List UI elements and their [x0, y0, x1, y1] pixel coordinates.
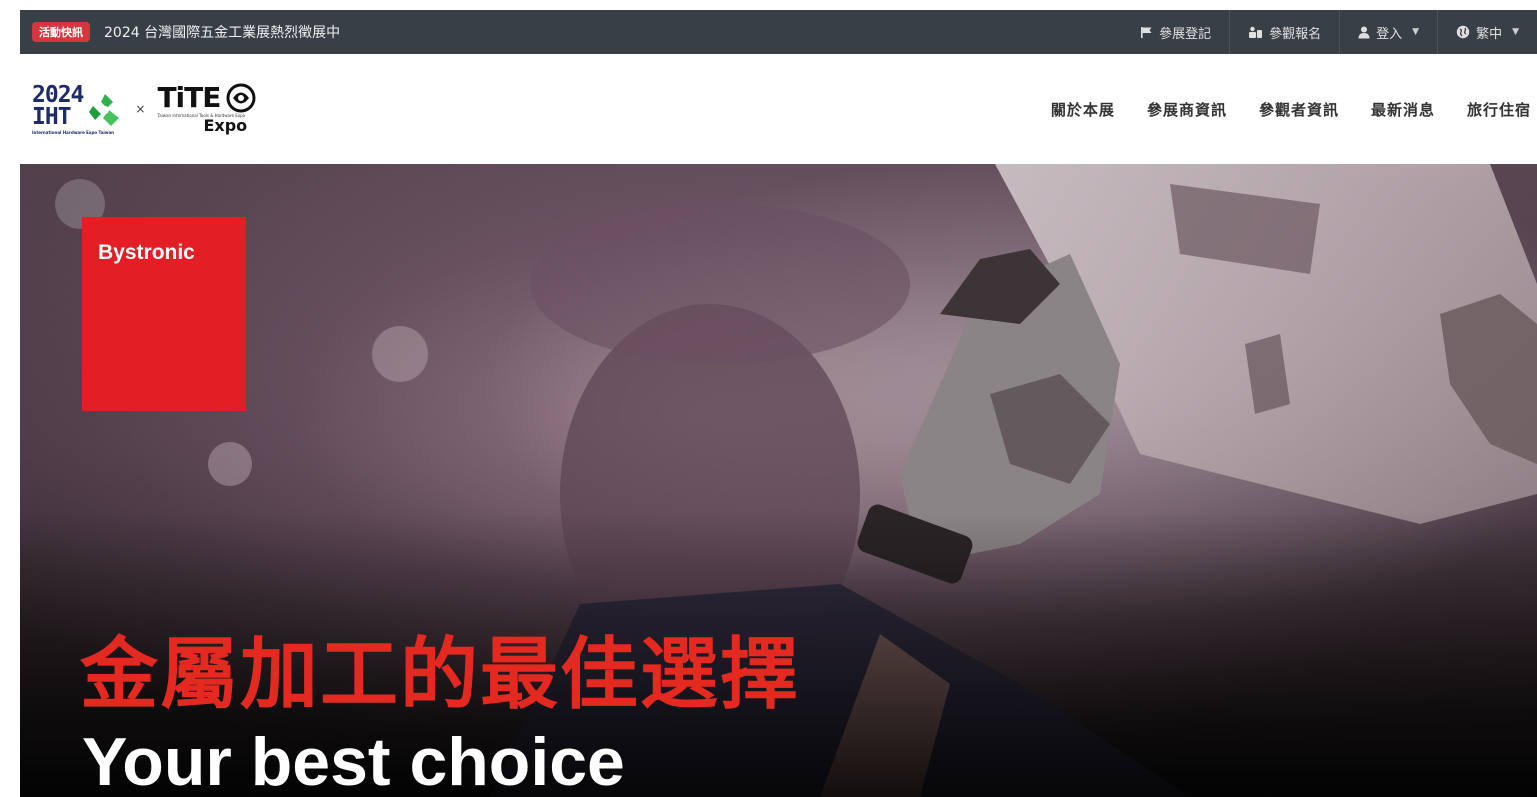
visitor-icon [1249, 26, 1263, 38]
top-links: 參展登記 參觀報名 登入 ▼ 繁中 ▼ [1122, 10, 1537, 54]
hero-banner[interactable]: Bystronic 金屬加工的最佳選擇 Your best choice [20, 164, 1537, 797]
site-header: 2024 IHT International Hardware Expo Tai… [20, 54, 1537, 164]
iht-year: 2024 [32, 81, 84, 108]
visitor-register-link[interactable]: 參觀報名 [1229, 10, 1339, 54]
main-nav: 關於本展 參展商資訊 參觀者資訊 最新消息 旅行住宿 [1035, 54, 1537, 164]
language-dropdown[interactable]: 繁中 ▼ [1437, 10, 1537, 54]
nav-item-news[interactable]: 最新消息 [1355, 99, 1451, 120]
exhibitor-register-link[interactable]: 參展登記 [1122, 10, 1229, 54]
tite-name: TiTE [157, 81, 221, 114]
brand-name: Bystronic [98, 241, 195, 264]
chevron-down-icon: ▼ [1512, 27, 1519, 37]
logo-separator: × [135, 102, 146, 116]
iht-name: IHT [32, 103, 72, 130]
globe-icon [1456, 25, 1470, 39]
news-ticker-text[interactable]: 2024 台灣國際五金工業展熱烈徵展中 [104, 22, 340, 42]
hero-title-chinese: 金屬加工的最佳選擇 [80, 630, 801, 720]
exhibitor-register-label: 參展登記 [1159, 26, 1212, 42]
tite-logo: TiTE Taiwan International Tools & Hardwa… [157, 83, 258, 135]
tite-emblem-icon [226, 83, 256, 113]
iht-emblem-icon [89, 93, 120, 126]
hero-title-english: Your best choice [82, 724, 625, 797]
login-label: 登入 [1376, 26, 1403, 42]
expo-text: Expo [203, 116, 248, 135]
top-bar: 活動快訊 2024 台灣國際五金工業展熱烈徵展中 參展登記 參觀報名 登入 ▼ [20, 10, 1537, 54]
nav-item-exhibitor-info[interactable]: 參展商資訊 [1131, 99, 1243, 120]
news-badge: 活動快訊 [32, 22, 90, 42]
nav-item-travel[interactable]: 旅行住宿 [1451, 99, 1537, 120]
flag-icon [1141, 26, 1152, 38]
login-dropdown[interactable]: 登入 ▼ [1339, 10, 1437, 54]
bystronic-logo: Bystronic [82, 217, 246, 411]
nav-item-visitor-info[interactable]: 參觀者資訊 [1243, 99, 1355, 120]
chevron-down-icon: ▼ [1412, 27, 1420, 37]
user-icon [1358, 26, 1370, 38]
iht-logo: 2024 IHT International Hardware Expo Tai… [32, 81, 123, 135]
nav-item-about[interactable]: 關於本展 [1035, 99, 1131, 120]
visitor-register-label: 參觀報名 [1269, 26, 1322, 42]
site-logo[interactable]: 2024 IHT International Hardware Expo Tai… [32, 83, 258, 135]
language-label: 繁中 [1476, 26, 1503, 42]
iht-subtitle: International Hardware Expo Taiwan [32, 129, 115, 135]
